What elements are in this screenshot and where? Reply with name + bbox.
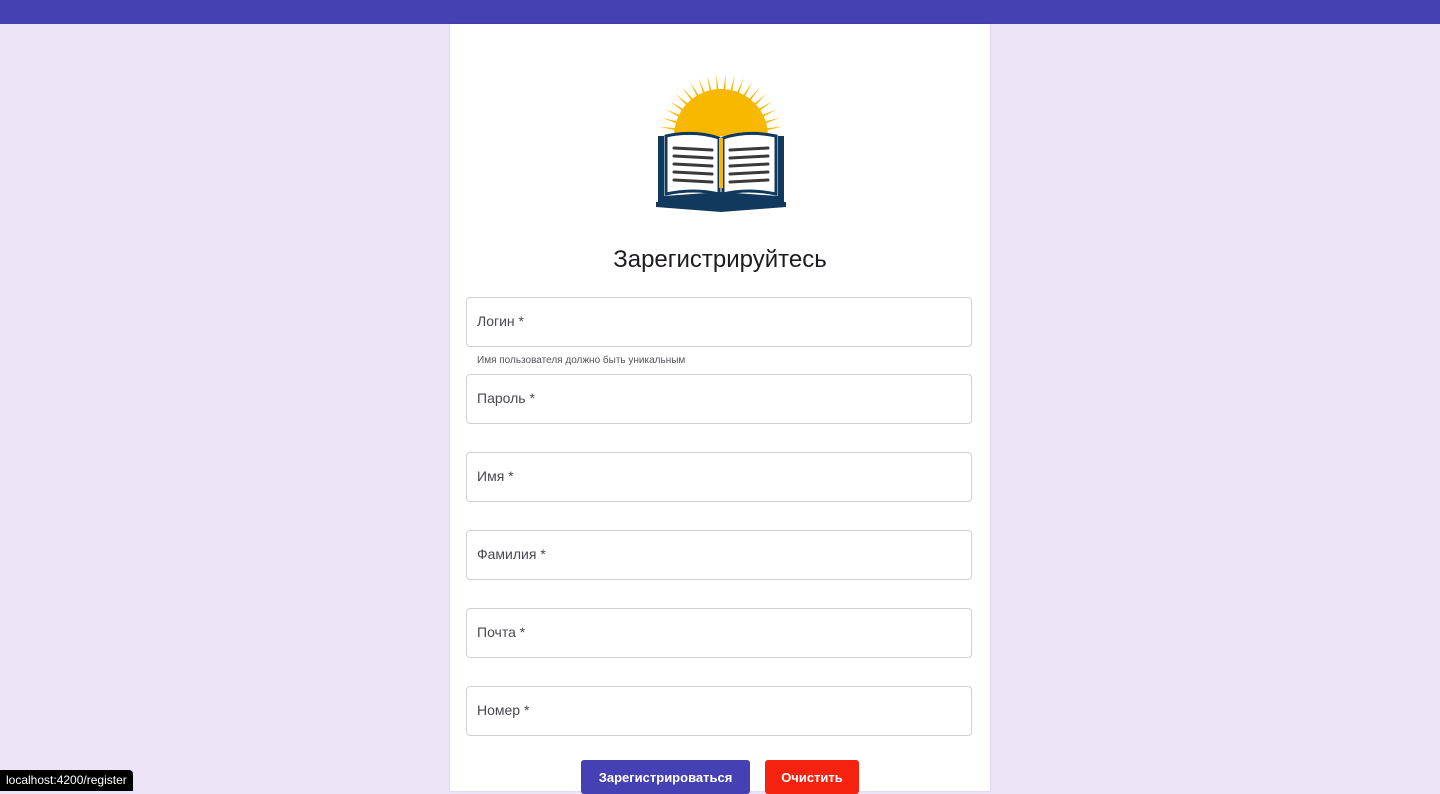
phone-field[interactable]: Номер * bbox=[466, 686, 972, 736]
email-field[interactable]: Почта * bbox=[466, 608, 972, 658]
top-toolbar bbox=[0, 0, 1440, 24]
clear-button[interactable]: Очистить bbox=[765, 760, 859, 794]
status-bar-url: localhost:4200/register bbox=[0, 770, 133, 791]
page-title: Зарегистрируйтесь bbox=[613, 246, 827, 273]
lastname-input[interactable] bbox=[467, 531, 971, 579]
firstname-field[interactable]: Имя * bbox=[466, 452, 972, 502]
login-input[interactable] bbox=[467, 298, 971, 346]
password-input[interactable] bbox=[467, 375, 971, 423]
password-field[interactable]: Пароль * bbox=[466, 374, 972, 424]
register-button[interactable]: Зарегистрироваться bbox=[581, 760, 750, 794]
open-book-sun-icon bbox=[656, 74, 786, 212]
phone-input[interactable] bbox=[467, 687, 971, 735]
email-input[interactable] bbox=[467, 609, 971, 657]
firstname-input[interactable] bbox=[467, 453, 971, 501]
login-hint: Имя пользователя должно быть уникальным bbox=[477, 355, 686, 366]
login-field[interactable]: Логин * bbox=[466, 297, 972, 347]
register-card: Зарегистрируйтесь Логин * Имя пользовате… bbox=[450, 24, 990, 794]
lastname-field[interactable]: Фамилия * bbox=[466, 530, 972, 580]
